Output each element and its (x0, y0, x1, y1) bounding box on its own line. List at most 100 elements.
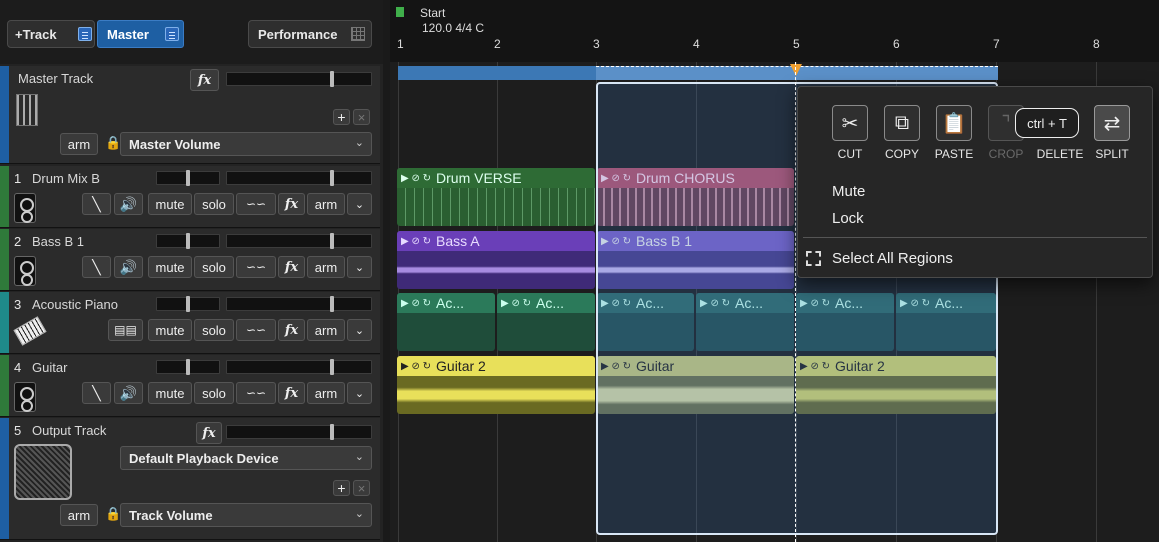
fx-button[interactable]: fx (278, 193, 305, 215)
fx-button[interactable]: fx (278, 256, 305, 278)
mute-button[interactable]: mute (148, 319, 192, 341)
automation-icon[interactable]: ∽∽ (236, 193, 276, 215)
region-context-menu: ✂ CUT ⧉ COPY 📋 PASTE ⌝ CROP DELETE ⇄ SPL… (797, 86, 1153, 278)
arm-button[interactable]: arm (307, 193, 345, 215)
master-track: Master Track fx + × arm 🔒 Master Volume … (0, 66, 380, 164)
keyboard-icon (13, 316, 47, 346)
chevron-down-icon[interactable]: ⌄ (347, 193, 372, 215)
paste-button[interactable]: 📋 PASTE (928, 105, 980, 167)
bar-number: 3 (593, 37, 600, 51)
performance-button[interactable]: Performance (248, 20, 372, 48)
playback-device-select[interactable]: Default Playback Device ⌄ (120, 446, 372, 470)
split-label: SPLIT (1095, 147, 1129, 161)
drumstick-icon[interactable]: ╲ (82, 256, 111, 278)
volume-fader[interactable] (226, 424, 372, 440)
mute-button[interactable]: mute (148, 256, 192, 278)
arm-button[interactable]: arm (60, 133, 98, 155)
solo-button[interactable]: solo (194, 193, 234, 215)
scissors-icon: ✂ (832, 105, 868, 141)
mute-button[interactable]: mute (148, 193, 192, 215)
master-volume-select[interactable]: Master Volume ⌄ (120, 132, 372, 156)
pan-fader[interactable] (156, 233, 220, 249)
automation-icon[interactable]: ∽∽ (236, 256, 276, 278)
cut-button[interactable]: ✂ CUT (824, 105, 876, 167)
loop-region[interactable] (398, 66, 596, 80)
chevron-down-icon[interactable]: ⌄ (347, 382, 372, 404)
chevron-down-icon[interactable]: ⌄ (347, 319, 372, 341)
track-number: 5 (14, 423, 22, 438)
speaker-icon (14, 193, 36, 223)
arm-button[interactable]: arm (307, 256, 345, 278)
close-button[interactable]: × (353, 109, 370, 125)
copy-label: COPY (884, 147, 919, 161)
speaker-volume-icon[interactable]: 🔊 (114, 382, 143, 404)
master-button[interactable]: Master (97, 20, 184, 48)
region-guitar-2[interactable]: ▶ ⊘ ↻ Guitar 2 (397, 356, 595, 414)
volume-fader[interactable] (226, 296, 372, 312)
region-header: ▶ ⊘ ↻ Ac... (397, 293, 495, 313)
speaker-volume-icon[interactable]: 🔊 (114, 256, 143, 278)
mute-menu-item[interactable]: Mute (832, 183, 865, 200)
select-value: Master Volume (129, 136, 221, 152)
play-icon: ▶ ⊘ ↻ (401, 172, 432, 184)
arm-button[interactable]: arm (307, 382, 345, 404)
track-color-stripe (0, 229, 9, 290)
region-header: ▶ ⊘ ↻ Bass A (397, 231, 595, 251)
track-color-stripe (0, 292, 9, 353)
split-button[interactable]: ⇄ SPLIT (1086, 105, 1138, 167)
drumstick-icon[interactable]: ╲ (82, 193, 111, 215)
region-header: ▶ ⊘ ↻ Drum VERSE (397, 168, 595, 188)
mute-button[interactable]: mute (148, 382, 192, 404)
fx-button[interactable]: fx (278, 382, 305, 404)
region-drum-verse[interactable]: ▶ ⊘ ↻ Drum VERSE (397, 168, 595, 226)
track-number: 3 (14, 297, 22, 312)
track-drum-mix-b: 1 Drum Mix B ╲ 🔊 mute solo ∽∽ fx arm ⌄ (0, 166, 380, 228)
pan-fader[interactable] (156, 296, 220, 312)
track-volume-select[interactable]: Track Volume ⌄ (120, 503, 372, 527)
speaker-volume-icon[interactable]: 🔊 (114, 193, 143, 215)
speaker-icon (14, 256, 36, 286)
list-icon (78, 27, 92, 41)
volume-fader[interactable] (226, 71, 372, 87)
automation-icon[interactable]: ∽∽ (236, 319, 276, 341)
select-all-regions-item[interactable]: Select All Regions (832, 250, 953, 267)
solo-button[interactable]: solo (194, 319, 234, 341)
piano-keys-icon[interactable]: ▤▤ (108, 319, 143, 341)
region-bass-a[interactable]: ▶ ⊘ ↻ Bass A (397, 231, 595, 289)
region-acoustic[interactable]: ▶ ⊘ ↻ Ac... (397, 293, 495, 351)
chevron-down-icon: ⌄ (354, 508, 364, 520)
playhead-marker[interactable] (790, 64, 802, 76)
copy-button[interactable]: ⧉ COPY (876, 105, 928, 167)
timeline-ruler[interactable]: Start 120.0 4/4 C 1 2 3 4 5 6 7 8 (390, 0, 1159, 62)
master-label: Master (107, 26, 149, 42)
add-button[interactable]: + (333, 109, 350, 125)
chevron-down-icon: ⌄ (354, 137, 364, 149)
region-name: Bass A (436, 233, 480, 249)
drumstick-icon[interactable]: ╲ (82, 382, 111, 404)
volume-fader[interactable] (226, 359, 372, 375)
automation-icon[interactable]: ∽∽ (236, 382, 276, 404)
chevron-down-icon[interactable]: ⌄ (347, 256, 372, 278)
select-all-icon (806, 251, 821, 266)
play-icon: ▶ ⊘ ↻ (401, 297, 432, 309)
track-panel: +Track Master Performance Master Track f… (0, 0, 383, 542)
fx-button[interactable]: fx (190, 69, 219, 91)
solo-button[interactable]: solo (194, 256, 234, 278)
arm-button[interactable]: arm (307, 319, 345, 341)
close-button[interactable]: × (353, 480, 370, 496)
add-button[interactable]: + (333, 480, 350, 496)
fx-button[interactable]: fx (196, 422, 222, 444)
fx-button[interactable]: fx (278, 319, 305, 341)
pan-fader[interactable] (156, 359, 220, 375)
start-label: Start (420, 6, 446, 20)
pan-fader[interactable] (156, 170, 220, 186)
track-bass-b-1: 2 Bass B 1 ╲ 🔊 mute solo ∽∽ fx arm ⌄ (0, 229, 380, 291)
arm-button[interactable]: arm (60, 504, 98, 526)
volume-fader[interactable] (226, 233, 372, 249)
solo-button[interactable]: solo (194, 382, 234, 404)
region-acoustic[interactable]: ▶ ⊘ ↻ Ac... (497, 293, 595, 351)
lock-menu-item[interactable]: Lock (832, 210, 864, 227)
volume-fader[interactable] (226, 170, 372, 186)
mixer-icon (16, 94, 38, 126)
add-track-button[interactable]: +Track (7, 20, 95, 48)
